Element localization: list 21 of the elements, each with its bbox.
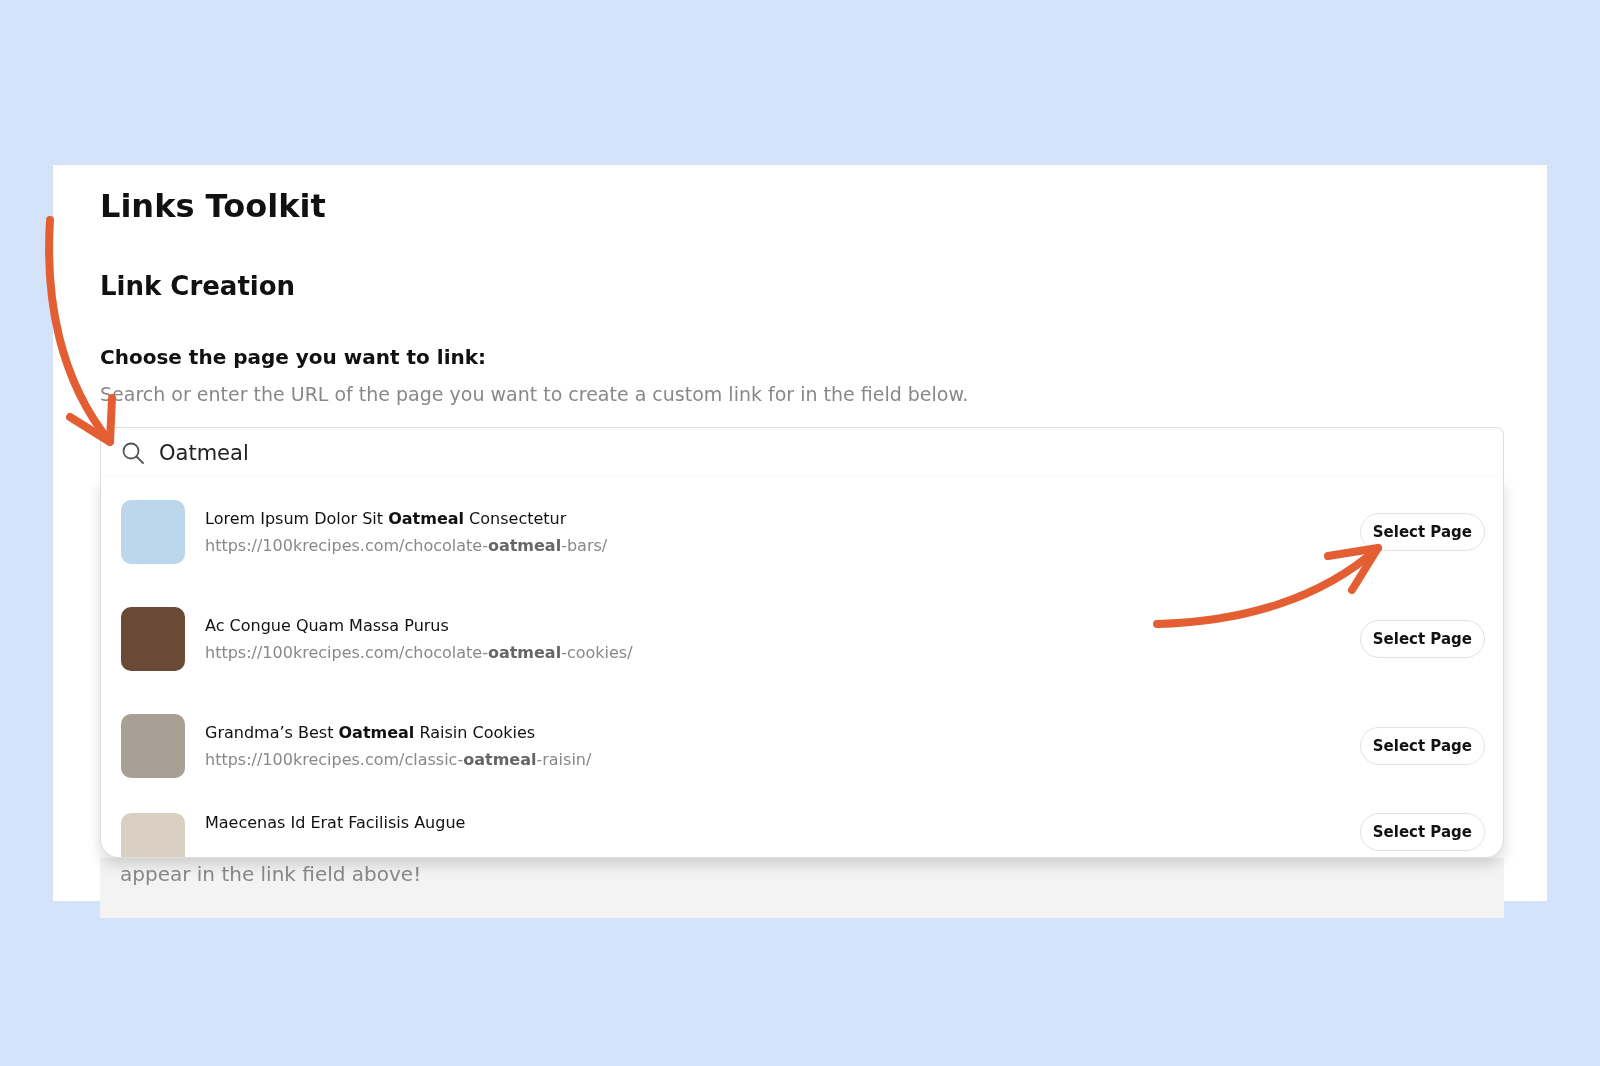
result-title[interactable]: Ac Congue Quam Massa Purus <box>205 615 1340 635</box>
select-page-button[interactable]: Select Page <box>1359 619 1485 658</box>
field-label: Choose the page you want to link: <box>100 345 488 369</box>
select-page-button[interactable]: Select Page <box>1359 813 1485 851</box>
select-page-button[interactable]: Select Page <box>1359 512 1485 551</box>
section-title: Link Creation <box>100 271 297 301</box>
result-title[interactable]: Maecenas Id Erat Facilisis Augue <box>205 813 1340 832</box>
photo-placeholder <box>121 499 185 564</box>
result-url: https://100krecipes.com/classic-oatmeal-raisin/ <box>205 749 593 769</box>
select-page-button[interactable]: Select Page <box>1359 726 1485 765</box>
photo-placeholder <box>121 713 185 778</box>
page-title: Links Toolkit <box>100 187 327 225</box>
result-title[interactable]: Lorem Ipsum Dolor Sit Oatmeal Consectetur <box>205 508 1340 528</box>
search-field[interactable]: Oatmeal <box>100 427 1504 479</box>
search-icon <box>121 441 145 465</box>
search-input[interactable]: Oatmeal <box>157 440 1483 466</box>
result-title[interactable]: Grandma’s Best Oatmeal Raisin Cookies <box>205 722 1340 742</box>
photo-placeholder <box>121 606 185 671</box>
result-url: https://100krecipes.com/chocolate-oatmeal-cookies/ <box>205 642 634 662</box>
result-url: https://100krecipes.com/chocolate-oatmeal-bars/ <box>205 535 609 555</box>
help-text: appear in the link field above! <box>120 861 423 886</box>
